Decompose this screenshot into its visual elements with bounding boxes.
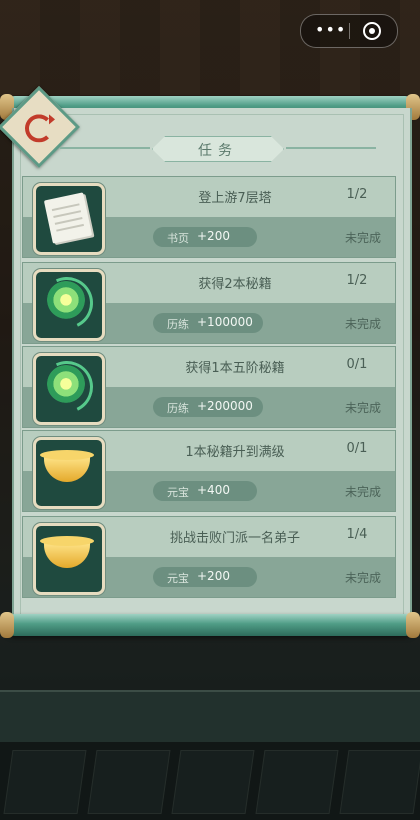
reward-label: 元宝 xyxy=(167,486,189,499)
task-row[interactable]: 获得2本秘籍 1/2 历练 +100000 未完成 xyxy=(22,262,396,344)
task-icon-frame xyxy=(33,353,105,425)
task-name: 获得2本秘籍 xyxy=(198,277,272,292)
reward-label: 历练 xyxy=(167,318,189,331)
task-progress: 1/2 xyxy=(346,273,368,288)
task-row[interactable]: 1本秘籍升到满级 0/1 元宝 +400 未完成 xyxy=(22,430,396,512)
more-icon[interactable]: ••• xyxy=(315,22,346,38)
task-row[interactable]: 挑战击败门派一名弟子 1/4 元宝 +200 未完成 xyxy=(22,516,396,598)
reward-label: 历练 xyxy=(167,402,189,415)
task-row[interactable]: 获得1本五阶秘籍 0/1 历练 +200000 未完成 xyxy=(22,346,396,428)
task-status: 未完成 xyxy=(344,317,381,331)
miniprogram-capsule: ••• xyxy=(300,14,398,48)
panel-title: 任务 xyxy=(198,143,238,159)
task-status: 未完成 xyxy=(344,485,381,499)
task-progress: 1/4 xyxy=(346,527,368,542)
task-name: 1本秘籍升到满级 xyxy=(185,445,285,460)
task-name: 挑战击败门派一名弟子 xyxy=(169,531,300,546)
reward-value: +400 xyxy=(197,483,230,497)
reward-value: +200 xyxy=(197,229,230,243)
paper-scroll-icon xyxy=(43,192,93,244)
jade-orb-icon xyxy=(45,365,87,407)
title-plate: 任务 xyxy=(152,136,284,162)
reward-pill: 历练 +100000 xyxy=(153,313,263,333)
reward-pill: 元宝 +400 xyxy=(153,481,257,501)
reward-pill: 历练 +200000 xyxy=(153,397,263,417)
gold-ingot-icon xyxy=(40,450,94,482)
reward-value: +200 xyxy=(197,569,230,583)
jade-orb-icon xyxy=(45,281,87,323)
task-name: 获得1本五阶秘籍 xyxy=(185,361,285,376)
close-miniprogram-icon[interactable] xyxy=(363,22,381,40)
reward-pill: 元宝 +200 xyxy=(153,567,257,587)
task-status: 未完成 xyxy=(344,571,381,585)
scroll-bottom-rod xyxy=(0,612,420,638)
task-progress: 1/2 xyxy=(346,187,368,202)
back-arrow-icon xyxy=(25,114,53,143)
title-divider-right xyxy=(286,147,376,149)
task-icon-frame xyxy=(33,437,105,509)
reward-value: +200000 xyxy=(197,399,253,413)
reward-label: 元宝 xyxy=(167,572,189,585)
task-status: 未完成 xyxy=(344,401,381,415)
task-row[interactable]: 登上游7层塔 1/2 书页 +200 未完成 xyxy=(22,176,396,258)
task-progress: 0/1 xyxy=(346,441,368,456)
reward-label: 书页 xyxy=(167,232,189,245)
panel-title-banner: 任务 xyxy=(60,136,376,162)
reward-pill: 书页 +200 xyxy=(153,227,257,247)
task-status: 未完成 xyxy=(344,231,381,245)
reward-value: +100000 xyxy=(197,315,253,329)
task-icon-frame xyxy=(33,183,105,255)
task-name: 登上游7层塔 xyxy=(198,191,272,206)
title-divider-left xyxy=(60,147,150,149)
task-progress: 0/1 xyxy=(346,357,368,372)
capsule-divider xyxy=(349,23,350,39)
task-icon-frame xyxy=(33,269,105,341)
gold-ingot-icon xyxy=(40,536,94,568)
task-icon-frame xyxy=(33,523,105,595)
